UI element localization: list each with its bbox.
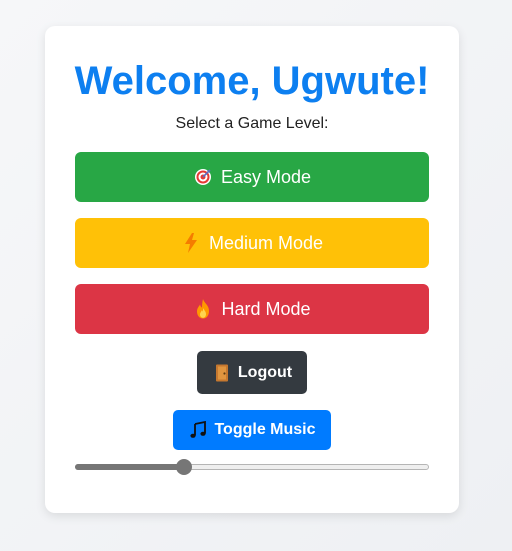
easy-mode-label: Easy Mode xyxy=(220,166,312,187)
door-icon xyxy=(212,363,232,383)
volume-slider-fill xyxy=(75,464,185,470)
logout-button[interactable]: Logout xyxy=(197,351,307,394)
hard-mode-label: Hard Mode xyxy=(221,298,311,319)
medium-mode-label: Medium Mode xyxy=(208,232,324,253)
fire-icon xyxy=(193,299,213,319)
level-prompt: Select a Game Level: xyxy=(175,115,329,132)
volume-slider[interactable] xyxy=(75,459,429,475)
logout-label: Logout xyxy=(237,363,293,381)
target-icon xyxy=(193,167,213,187)
toggle-music-button[interactable]: Toggle Music xyxy=(173,410,331,450)
toggle-music-label: Toggle Music xyxy=(214,421,316,438)
music-note-icon xyxy=(188,420,208,440)
lightning-icon xyxy=(181,233,201,253)
game-card: Welcome, Ugwute! Select a Game Level: Ea… xyxy=(45,26,459,513)
hard-mode-button[interactable]: Hard Mode xyxy=(75,284,429,334)
page-title: Welcome, Ugwute! xyxy=(74,59,430,103)
medium-mode-button[interactable]: Medium Mode xyxy=(75,218,429,268)
volume-slider-thumb[interactable] xyxy=(176,459,193,475)
easy-mode-button[interactable]: Easy Mode xyxy=(75,152,429,202)
